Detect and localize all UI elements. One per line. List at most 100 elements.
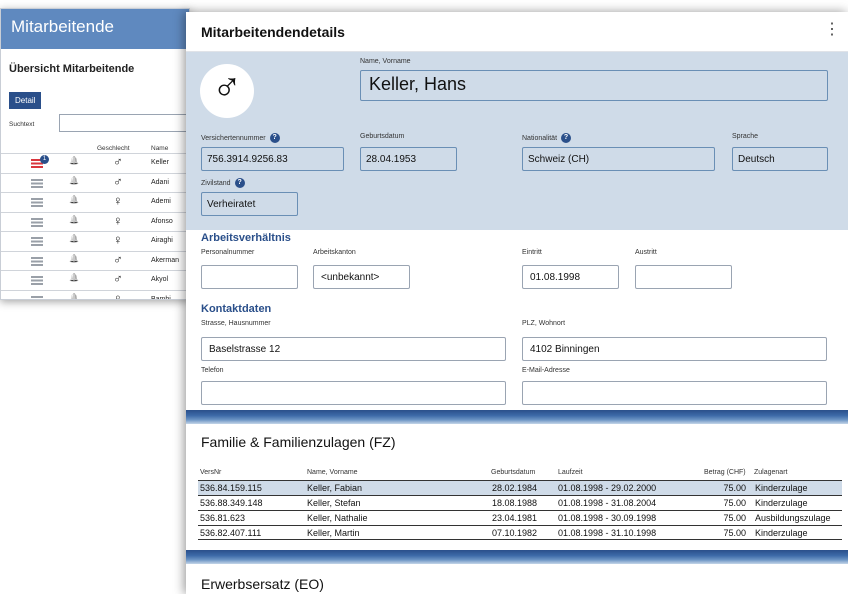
list-lines-icon <box>31 237 43 246</box>
bell-icon: 🔔 <box>69 195 79 204</box>
table-cell-vers: 536.82.407.111 <box>200 528 262 538</box>
table-cell-amount: 75.00 <box>723 528 746 538</box>
male-symbol-icon: ♂ <box>113 251 123 267</box>
list-item[interactable]: 1 🔔 ♂ Keller <box>1 153 189 173</box>
table-cell-type: Kinderzulage <box>755 498 808 508</box>
civil-status-label: Zivilstand? <box>201 178 245 188</box>
entry-date-field[interactable]: 01.08.1998 <box>522 265 619 289</box>
list-lines-icon <box>31 256 43 266</box>
list-item[interactable]: 🔔 ♀ Bambi <box>1 289 189 300</box>
ahv-number-label-text: Versichertennummer <box>201 134 266 142</box>
personnel-number-label: Personalnummer <box>201 249 255 256</box>
street-label: Strasse, Hausnummer <box>201 320 271 327</box>
info-icon[interactable]: ? <box>269 133 280 143</box>
list-item-name: Keller <box>151 159 169 166</box>
column-header-sex[interactable]: Geschlecht <box>97 145 130 152</box>
list-item[interactable]: 🔔 ♂ Akerman <box>1 250 189 271</box>
work-canton-label: Arbeitskanton <box>313 249 356 256</box>
column-header-birthdate[interactable]: Geburtsdatum <box>491 469 535 476</box>
male-symbol-icon: ♂ <box>113 173 123 189</box>
personnel-number-field[interactable] <box>201 265 298 289</box>
table-cell-birth: 28.02.1984 <box>492 483 538 493</box>
search-input[interactable] <box>59 114 189 132</box>
table-cell-birth: 07.10.1982 <box>492 528 538 538</box>
column-header-period[interactable]: Laufzeit <box>558 469 583 476</box>
table-cell-vers: 536.81.623 <box>200 513 246 523</box>
table-cell-vers: 536.84.159.115 <box>200 483 262 493</box>
phone-field[interactable] <box>201 381 506 405</box>
column-header-name[interactable]: Name, Vorname <box>307 469 358 476</box>
language-field[interactable]: Deutsch <box>732 147 828 171</box>
table-cell-birth: 18.08.1988 <box>492 498 538 508</box>
search-label: Suchtext <box>9 121 35 128</box>
family-table: 536.84.159.115 Keller, Fabian 28.02.1984 01… <box>198 480 842 540</box>
list-window-title: Mitarbeitende <box>1 9 189 49</box>
table-cell-vers: 536.88.349.148 <box>200 498 263 508</box>
civil-status-label-text: Zivilstand <box>201 179 231 187</box>
list-item-name: Airaghi <box>151 237 173 244</box>
work-canton-field[interactable]: <unbekannt> <box>313 265 410 289</box>
civil-status-field[interactable]: Verheiratet <box>201 192 298 216</box>
table-cell-name: Keller, Stefan <box>307 498 361 508</box>
bell-icon: 🔔 <box>69 156 79 165</box>
female-symbol-icon: ♀ <box>113 193 123 208</box>
birthdate-field[interactable]: 28.04.1953 <box>360 147 457 171</box>
female-symbol-icon: ♀ <box>113 212 123 228</box>
table-row[interactable]: 536.81.623 Keller, Nathalie 23.04.1981 01.0… <box>198 510 842 525</box>
list-item[interactable]: 🔔 ♀ Ademi <box>1 192 189 212</box>
street-field[interactable]: Baselstrasse 12 <box>201 337 506 361</box>
email-field[interactable] <box>522 381 827 405</box>
male-symbol-icon: ♂ <box>113 271 123 286</box>
table-cell-period: 01.08.1998 - 30.09.1998 <box>558 513 657 523</box>
list-item[interactable]: 🔔 ♂ Akyol <box>1 270 189 290</box>
table-row[interactable]: 536.84.159.115 Keller, Fabian 28.02.1984 01… <box>198 480 842 495</box>
ahv-number-label: Versichertennummer? <box>201 133 280 143</box>
employee-list-window: Mitarbeitende Übersicht Mitarbeitende De… <box>0 8 190 300</box>
column-header-amount[interactable]: Betrag (CHF) <box>704 469 746 476</box>
list-item-name: Ademi <box>151 198 171 205</box>
table-cell-name: Keller, Martin <box>307 528 360 538</box>
table-row[interactable]: 536.82.407.111 Keller, Martin 07.10.1982 01… <box>198 525 842 540</box>
detail-button[interactable]: Detail <box>9 92 42 109</box>
list-item-name: Bambi <box>151 295 171 300</box>
table-cell-type: Ausbildungszulage <box>755 513 831 523</box>
exit-date-label: Austritt <box>635 249 657 256</box>
list-lines-icon <box>31 217 43 227</box>
exit-date-field[interactable] <box>635 265 732 289</box>
employment-section-title: Arbeitsverhältnis <box>201 232 291 244</box>
section-divider <box>186 550 848 564</box>
column-header-name[interactable]: Name <box>151 145 168 152</box>
info-icon[interactable]: ? <box>234 178 245 188</box>
kebab-menu-icon[interactable]: ⋮ <box>824 22 840 38</box>
bell-icon: 🔔 <box>69 273 79 282</box>
list-item[interactable]: 🔔 ♂ Adani <box>1 172 189 193</box>
family-section-title: Familie & Familienzulagen (FZ) <box>201 434 396 450</box>
employee-detail-dialog: Mitarbeitendendetails ⋮ ♂ Name, Vorname … <box>186 12 848 594</box>
bell-icon: 🔔 <box>69 292 79 300</box>
list-item[interactable]: 🔔 ♀ Airaghi <box>1 231 189 251</box>
table-row[interactable]: 536.88.349.148 Keller, Stefan 18.08.1988 01… <box>198 495 842 510</box>
city-field[interactable]: 4102 Binningen <box>522 337 827 361</box>
table-cell-type: Kinderzulage <box>755 483 808 493</box>
city-label: PLZ, Wohnort <box>522 320 566 327</box>
dialog-header: Mitarbeitendendetails ⋮ <box>186 12 848 52</box>
list-item[interactable]: 🔔 ♀ Afonso <box>1 211 189 232</box>
list-lines-icon <box>31 276 43 285</box>
column-header-allowance-type[interactable]: Zulagenart <box>754 469 787 476</box>
male-symbol-icon: ♂ <box>113 154 123 169</box>
nationality-label: Nationalität? <box>522 133 572 143</box>
section-divider <box>186 410 848 424</box>
name-field[interactable]: Keller, Hans <box>360 70 828 101</box>
list-lines-icon <box>31 198 43 207</box>
nationality-field[interactable]: Schweiz (CH) <box>522 147 715 171</box>
ahv-number-field[interactable]: 756.3914.9256.83 <box>201 147 344 171</box>
info-icon[interactable]: ? <box>561 133 572 143</box>
table-cell-birth: 23.04.1981 <box>492 513 538 523</box>
table-cell-amount: 75.00 <box>723 483 746 493</box>
avatar: ♂ <box>200 64 254 118</box>
email-label: E-Mail-Adresse <box>522 367 570 374</box>
eo-section-title: Erwerbsersatz (EO) <box>201 576 324 592</box>
column-header-versnr[interactable]: VersNr <box>200 469 221 476</box>
list-item-name: Akyol <box>151 276 169 283</box>
dialog-title: Mitarbeitendendetails <box>201 24 345 40</box>
